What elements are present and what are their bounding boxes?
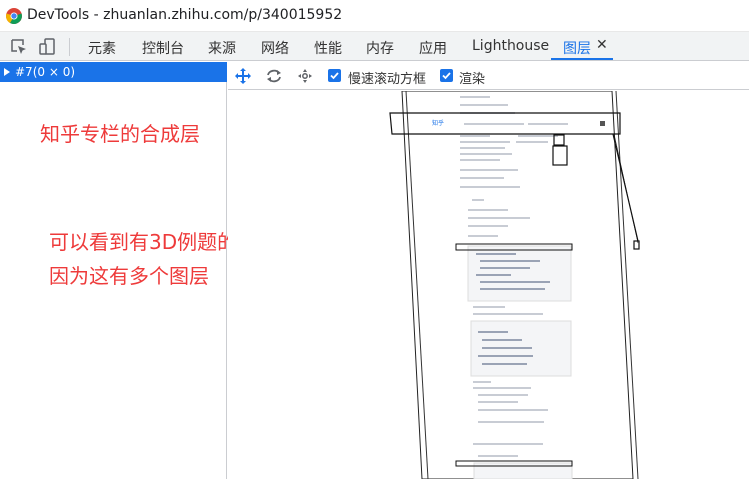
toolbar-divider	[69, 38, 70, 56]
layer-tree-row[interactable]: #7(0 × 0)	[0, 62, 227, 82]
header-text-line	[464, 123, 524, 125]
devtools-tab-bar: 元素 控制台 来源 网络 性能 内存 应用 Lighthouse 图层 ✕	[0, 32, 749, 61]
header-avatar	[600, 121, 605, 126]
tab-performance[interactable]: 性能	[314, 38, 342, 58]
tab-memory[interactable]: 内存	[366, 38, 394, 58]
tab-lighthouse[interactable]: Lighthouse	[472, 38, 549, 54]
tab-application[interactable]: 应用	[419, 38, 447, 58]
floating-layer-outline	[633, 240, 640, 250]
layers-3d-render[interactable]: 知乎	[228, 91, 749, 479]
tab-console[interactable]: 控制台	[142, 38, 184, 58]
inspect-element-icon[interactable]	[9, 37, 29, 57]
slow-scroll-label[interactable]: 慢速滚动方框	[348, 68, 426, 87]
tab-network[interactable]: 网络	[261, 38, 289, 58]
paint-label[interactable]: 渲染	[459, 68, 485, 87]
pan-mode-icon[interactable]	[234, 67, 252, 85]
rotate-mode-icon[interactable]	[265, 67, 283, 85]
tab-layers[interactable]: 图层	[563, 38, 591, 58]
close-icon[interactable]: ✕	[596, 37, 608, 53]
expand-triangle-icon[interactable]	[4, 67, 10, 76]
reset-transform-icon[interactable]	[296, 67, 314, 85]
tab-elements[interactable]: 元素	[88, 38, 116, 58]
checkmark-icon	[330, 72, 339, 80]
device-toolbar-icon[interactable]	[38, 37, 58, 57]
tab-sources[interactable]: 来源	[208, 38, 236, 58]
paint-checkbox[interactable]	[440, 69, 453, 82]
active-tab-indicator	[551, 58, 613, 60]
slow-scroll-checkbox[interactable]	[328, 69, 341, 82]
chrome-logo-icon	[6, 8, 22, 24]
code-block	[473, 462, 573, 479]
layer-tree-row-label: #7(0 × 0)	[15, 65, 76, 79]
zhihu-logo-text: 知乎	[432, 119, 444, 127]
annotation-compositing-layers: 知乎专栏的合成层	[40, 122, 200, 146]
layers-toolbar: 慢速滚动方框 渲染	[228, 62, 749, 90]
title-bar: DevTools - zhuanlan.zhihu.com/p/34001595…	[0, 0, 749, 32]
annotation-multiple-layers: 因为这有多个图层	[49, 264, 209, 288]
header-text-line	[528, 123, 568, 125]
layers-3d-view[interactable]: 知乎	[228, 91, 749, 479]
checkmark-icon	[442, 72, 451, 80]
window-title: DevTools - zhuanlan.zhihu.com/p/34001595…	[27, 7, 343, 23]
